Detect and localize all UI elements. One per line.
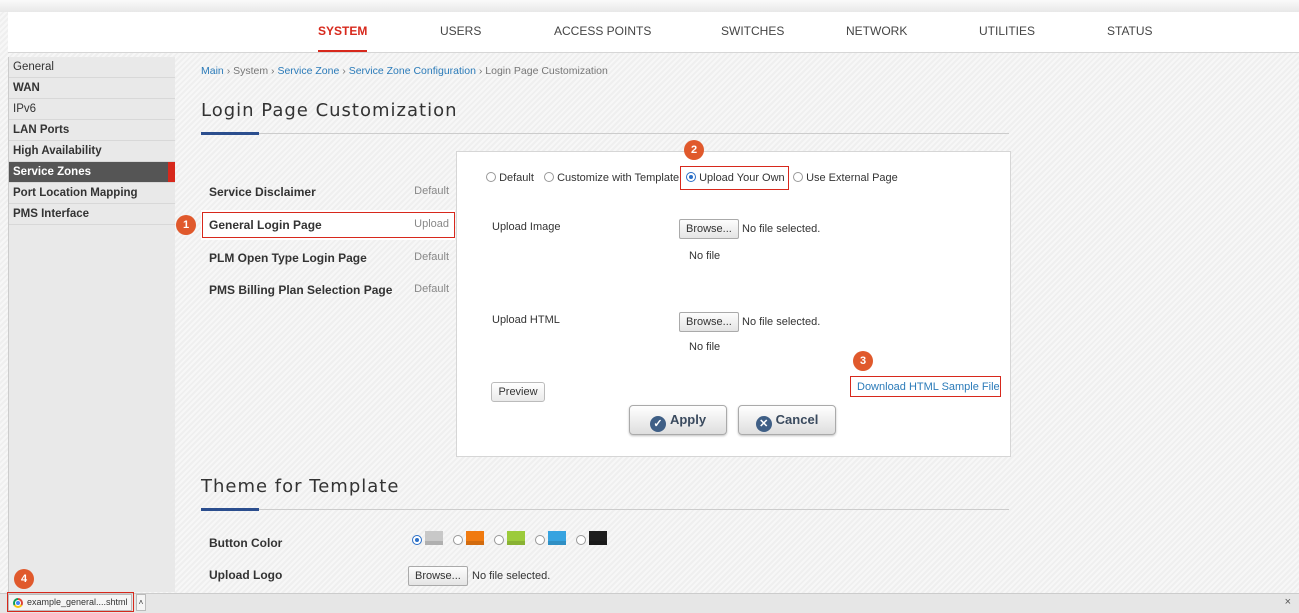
upload-html-label: Upload HTML (492, 314, 560, 326)
login-page-mode: Default (414, 251, 449, 263)
color-radio[interactable] (576, 535, 586, 545)
sidebar-item-pms-interface[interactable]: PMS Interface (9, 204, 175, 225)
check-icon: ✓ (649, 416, 666, 432)
annotation-badge: 3 (853, 351, 873, 371)
html-current-file: No file (689, 341, 721, 353)
annotation-badge: 2 (684, 140, 704, 160)
nav-status[interactable]: STATUS (1107, 12, 1153, 52)
nav-network[interactable]: NETWORK (846, 12, 907, 52)
close-download-bar-icon[interactable]: × (1285, 596, 1291, 608)
login-page-row[interactable]: PMS Billing Plan Selection Page Default (201, 275, 455, 305)
browse-image-button[interactable]: Browse... (679, 219, 739, 239)
title-accent-bar (201, 132, 259, 135)
sidebar-item-ipv6[interactable]: IPv6 (9, 99, 175, 120)
color-swatch[interactable] (507, 531, 525, 545)
login-page-mode: Default (414, 283, 449, 295)
upload-image-label: Upload Image (492, 221, 561, 233)
page-title: Login Page Customization (201, 100, 458, 121)
radio-icon[interactable] (486, 172, 496, 182)
breadcrumb-separator: › (271, 65, 275, 77)
sidebar-item-high-availability[interactable]: High Availability (9, 141, 175, 162)
radio-label: Default (499, 172, 534, 184)
preview-button[interactable]: Preview (491, 382, 545, 402)
sidebar-item-port-location-mapping[interactable]: Port Location Mapping (9, 183, 175, 204)
browse-logo-button[interactable]: Browse... (408, 566, 468, 586)
download-menu-button[interactable]: ˄ (136, 594, 146, 611)
top-nav: SYSTEM USERS ACCESS POINTS SWITCHES NETW… (8, 12, 1299, 53)
upload-panel (456, 151, 1011, 457)
top-strip (0, 0, 1299, 12)
color-swatch[interactable] (548, 531, 566, 545)
nav-access-points[interactable]: ACCESS POINTS (554, 12, 651, 52)
color-radio[interactable] (535, 535, 545, 545)
apply-label: Apply (669, 412, 707, 427)
highlight-box (7, 592, 134, 612)
cancel-x-icon: ✕ (755, 416, 772, 432)
breadcrumb-current: Login Page Customization (485, 65, 608, 77)
nav-users[interactable]: USERS (440, 12, 481, 52)
color-swatch[interactable] (425, 531, 443, 545)
radio-icon[interactable] (793, 172, 803, 182)
image-current-file: No file (689, 250, 721, 262)
theme-accent-bar (201, 508, 259, 511)
login-page-name[interactable]: PMS Billing Plan Selection Page (209, 283, 392, 297)
image-file-status: No file selected. (742, 223, 821, 235)
title-divider (201, 133, 1009, 134)
nav-switches[interactable]: SWITCHES (721, 12, 784, 52)
radio-label: Customize with Template (557, 172, 680, 184)
breadcrumb-separator: › (342, 65, 346, 77)
cancel-button[interactable]: ✕ Cancel (738, 405, 836, 435)
color-swatch[interactable] (466, 531, 484, 545)
download-bar: example_general....shtml ˄ × (0, 593, 1299, 613)
radio-label: Use External Page (806, 172, 898, 184)
highlight-box (850, 376, 1001, 397)
login-page-name[interactable]: PLM Open Type Login Page (209, 251, 367, 265)
nav-system[interactable]: SYSTEM (318, 12, 368, 52)
sidebar-item-service-zones[interactable]: Service Zones (9, 162, 175, 183)
sidebar: General WAN IPv6 LAN Ports High Availabi… (8, 57, 175, 592)
highlight-box (680, 166, 789, 190)
annotation-badge: 1 (176, 215, 196, 235)
sidebar-item-lan-ports[interactable]: LAN Ports (9, 120, 175, 141)
radio-icon[interactable] (544, 172, 554, 182)
color-radio[interactable] (453, 535, 463, 545)
login-page-row[interactable]: PLM Open Type Login Page Default (201, 243, 455, 273)
cancel-label: Cancel (775, 412, 819, 427)
radio-use-external-page[interactable]: Use External Page (793, 172, 898, 184)
breadcrumb-system: System (233, 65, 269, 77)
breadcrumb: Main › System › Service Zone › Service Z… (201, 65, 608, 77)
radio-default[interactable]: Default (486, 172, 534, 184)
radio-customize-template[interactable]: Customize with Template (544, 172, 679, 184)
upload-logo-label: Upload Logo (209, 568, 283, 582)
html-file-status: No file selected. (742, 316, 821, 328)
color-swatch[interactable] (589, 531, 607, 545)
breadcrumb-service-zone[interactable]: Service Zone (277, 65, 339, 77)
breadcrumb-service-zone-configuration[interactable]: Service Zone Configuration (349, 65, 476, 77)
logo-file-status: No file selected. (472, 570, 551, 582)
apply-button[interactable]: ✓ Apply (629, 405, 727, 435)
theme-divider (201, 509, 1009, 510)
breadcrumb-separator: › (478, 65, 483, 77)
browse-html-button[interactable]: Browse... (679, 312, 739, 332)
breadcrumb-main[interactable]: Main (201, 65, 224, 77)
highlight-box (202, 212, 455, 238)
login-page-row[interactable]: Service Disclaimer Default (201, 177, 455, 207)
theme-section-title: Theme for Template (201, 476, 400, 497)
sidebar-item-wan[interactable]: WAN (9, 78, 175, 99)
annotation-badge: 4 (14, 569, 34, 589)
breadcrumb-separator: › (226, 65, 231, 77)
login-page-mode: Default (414, 185, 449, 197)
button-color-label: Button Color (209, 536, 283, 550)
sidebar-item-general[interactable]: General (9, 57, 175, 78)
color-radio[interactable] (412, 535, 422, 545)
color-radio[interactable] (494, 535, 504, 545)
login-page-name[interactable]: Service Disclaimer (209, 185, 316, 199)
nav-utilities[interactable]: UTILITIES (979, 12, 1035, 52)
